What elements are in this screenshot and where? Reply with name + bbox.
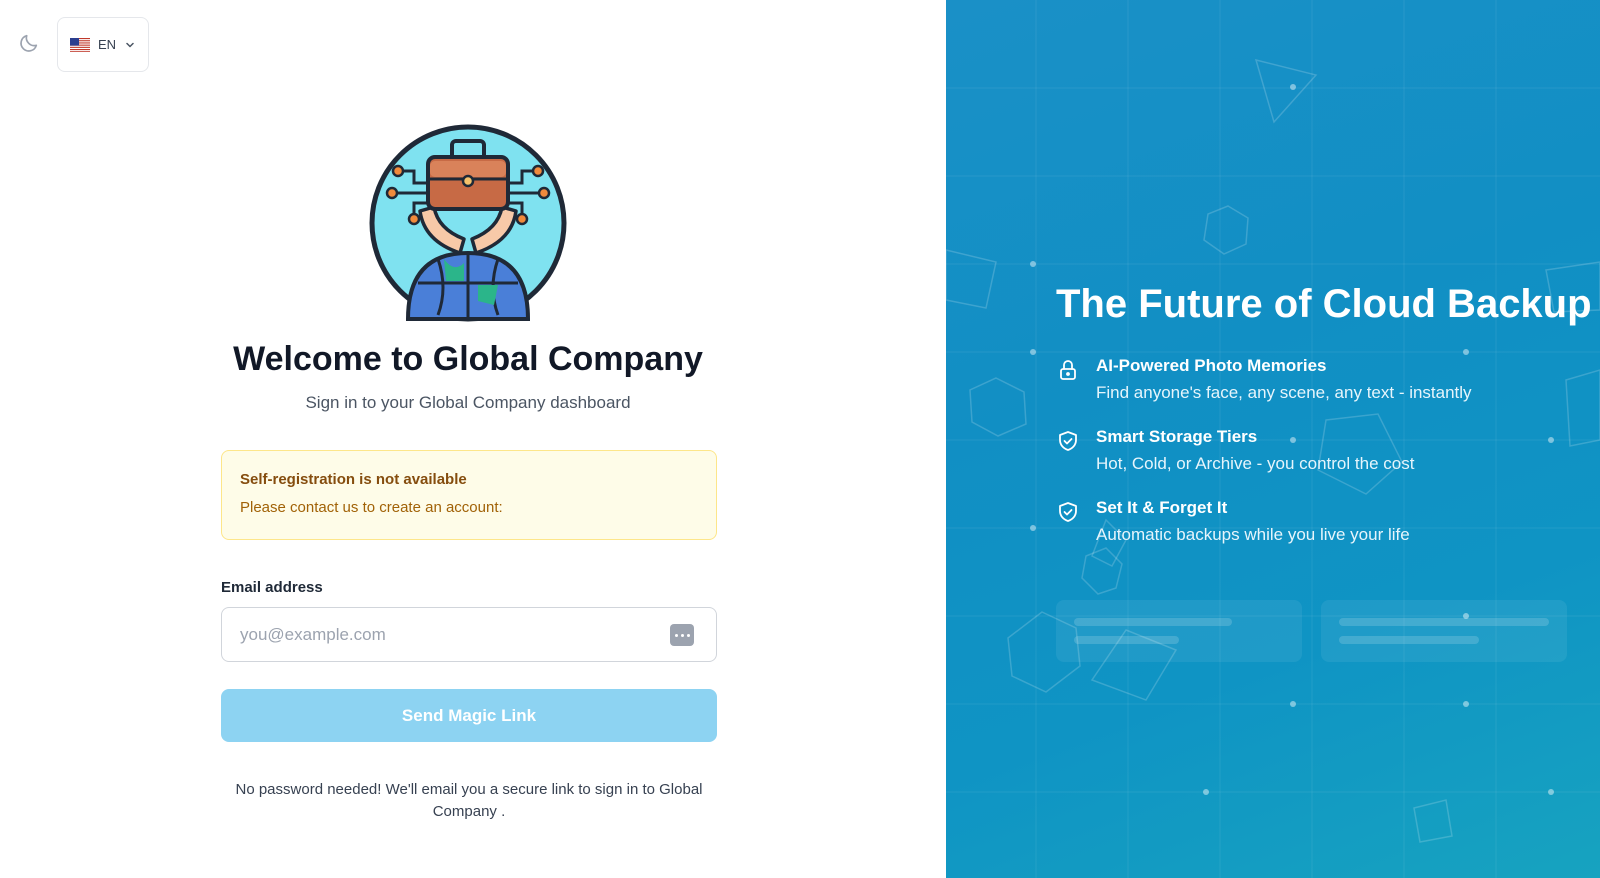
shield-check-icon: [1059, 431, 1077, 451]
feature-title: AI-Powered Photo Memories: [1096, 356, 1327, 375]
login-page: EN Welcome to Global Company Sign in to …: [0, 0, 1600, 878]
chevron-down-icon: [126, 42, 134, 47]
feature-description: Automatic backups while you live your li…: [1096, 525, 1410, 544]
email-label: Email address: [221, 579, 323, 596]
send-magic-link-button[interactable]: Send Magic Link: [221, 689, 717, 742]
background-pattern: [946, 0, 1600, 878]
placeholder-card: [1056, 600, 1302, 662]
page-title: Welcome to Global Company: [233, 340, 703, 378]
feature-title: Smart Storage Tiers: [1096, 427, 1258, 446]
magic-link-footnote: No password needed! We'll email you a se…: [235, 781, 703, 820]
sign-in-panel: EN Welcome to Global Company Sign in to …: [0, 0, 946, 878]
email-field[interactable]: [222, 608, 716, 661]
hero-title: The Future of Cloud Backup: [1056, 282, 1592, 326]
language-selector[interactable]: EN: [57, 17, 149, 72]
feature-description: Find anyone's face, any scene, any text …: [1096, 383, 1472, 402]
password-manager-icon[interactable]: [670, 624, 694, 646]
placeholder-card: [1321, 600, 1567, 662]
notice-body: Please contact us to create an account:: [240, 499, 503, 516]
feature-description: Hot, Cold, or Archive - you control the …: [1096, 454, 1415, 473]
page-subtitle: Sign in to your Global Company dashboard: [305, 393, 631, 412]
email-field-wrapper: [221, 607, 717, 662]
briefcase-globe-logo: [369, 124, 567, 322]
moon-icon: [20, 34, 38, 52]
feature-title: Set It & Forget It: [1096, 498, 1228, 517]
language-code: EN: [98, 37, 117, 52]
lock-icon: [1060, 360, 1076, 380]
us-flag-icon: [70, 37, 90, 52]
registration-notice: Self-registration is not available Pleas…: [221, 450, 717, 540]
notice-title: Self-registration is not available: [240, 471, 467, 488]
shield-check-icon: [1059, 502, 1077, 522]
theme-toggle-button[interactable]: [16, 30, 42, 56]
hero-panel: The Future of Cloud Backup AI-Powered Ph…: [946, 0, 1600, 878]
